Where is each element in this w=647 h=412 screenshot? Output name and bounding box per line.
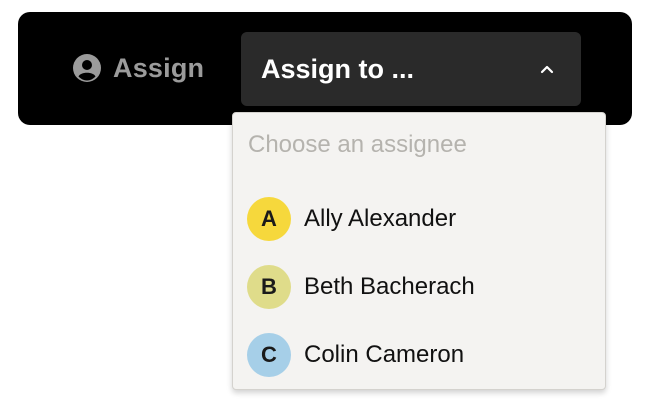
assign-toolbar: Assign Assign to ... bbox=[18, 12, 632, 125]
assignee-option-colin[interactable]: C Colin Cameron bbox=[247, 329, 587, 381]
avatar: A bbox=[247, 197, 291, 241]
avatar: C bbox=[247, 333, 291, 377]
assignee-option-beth[interactable]: B Beth Bacherach bbox=[247, 261, 587, 313]
assignee-name: Colin Cameron bbox=[304, 341, 465, 368]
chevron-up-icon bbox=[539, 61, 555, 77]
assignee-option-ally[interactable]: A Ally Alexander bbox=[247, 193, 587, 245]
assignee-placeholder: Choose an assignee bbox=[248, 131, 467, 158]
assign-label: Assign bbox=[113, 52, 205, 83]
assignee-name: Beth Bacherach bbox=[304, 273, 475, 300]
assign-to-select[interactable]: Assign to ... bbox=[241, 32, 581, 106]
assign-label-group: Assign bbox=[73, 50, 204, 86]
assignee-dropdown: Choose an assignee A Ally Alexander B Be… bbox=[232, 112, 606, 390]
user-circle-icon bbox=[73, 54, 101, 82]
assign-widget: Assign Assign to ... Choose an assignee … bbox=[0, 0, 647, 412]
avatar: B bbox=[247, 265, 291, 309]
assignee-name: Ally Alexander bbox=[304, 205, 457, 232]
assign-to-select-value: Assign to ... bbox=[261, 54, 415, 84]
